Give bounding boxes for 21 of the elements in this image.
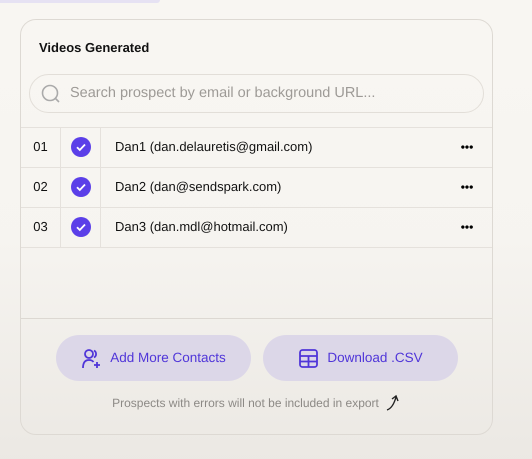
row-number: 01: [21, 128, 61, 166]
card-title: Videos Generated: [39, 39, 150, 57]
checkbox[interactable]: [70, 217, 90, 237]
search-field[interactable]: Search prospect by email or background URL...: [29, 74, 484, 112]
prospect-name: Dan2 (dan@sendspark.com): [115, 178, 282, 196]
row-number: 03: [21, 208, 61, 246]
prospect-name: Dan3 (dan.mdl@hotmail.com): [115, 218, 288, 236]
export-note: Prospects with errors will not be included in export: [112, 395, 379, 412]
row-number: 02: [21, 168, 61, 206]
table-icon: [298, 348, 320, 368]
more-button[interactable]: •••: [442, 128, 492, 166]
search-icon: [41, 84, 61, 104]
prospect-name: Dan1 (dan.delauretis@gmail.com): [115, 138, 312, 156]
more-button[interactable]: •••: [442, 208, 492, 246]
arrow-icon: [384, 394, 401, 412]
checkbox[interactable]: [70, 177, 90, 197]
download-button[interactable]: Download .CSV: [263, 335, 458, 381]
add-contacts-button[interactable]: Add More Contacts: [56, 335, 251, 381]
more-button[interactable]: •••: [442, 168, 492, 206]
add-user-icon: [81, 348, 102, 368]
checkbox[interactable]: [70, 137, 90, 157]
